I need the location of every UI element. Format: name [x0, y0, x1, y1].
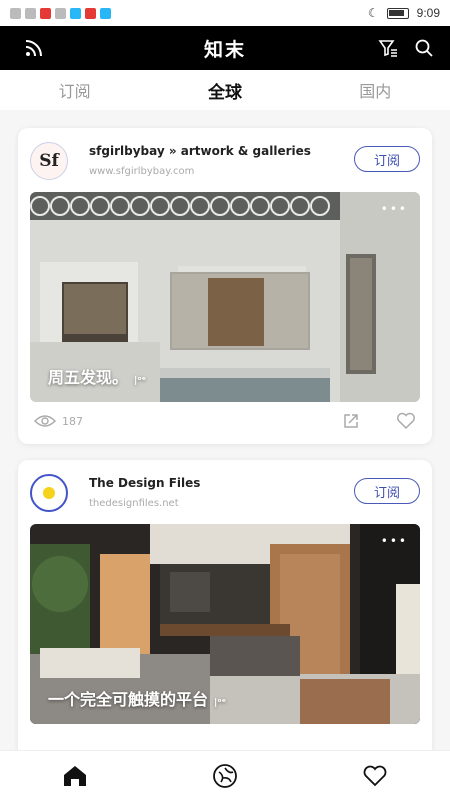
feed-tabs: 订阅 全球 国内 — [0, 70, 450, 110]
battery-icon — [386, 7, 409, 19]
notification-icons — [10, 7, 111, 19]
article-image[interactable]: ••• 周五发现。 |ᵒᵉ — [30, 192, 420, 402]
view-count-value: 187 — [62, 414, 83, 428]
card-header: Sf sfgirlbybay » artwork & galleries www… — [18, 128, 432, 192]
app-title: 知末 — [203, 38, 246, 61]
more-icon[interactable]: ••• — [381, 534, 408, 548]
moon-icon: ☾ — [367, 6, 379, 20]
heart-icon[interactable] — [396, 412, 416, 430]
status-time: 9:09 — [416, 6, 440, 20]
home-icon — [64, 765, 86, 786]
tab-global[interactable]: 全球 — [208, 78, 242, 103]
article-caption: 周五发现。 |ᵒᵉ — [48, 368, 147, 387]
tab-domestic[interactable]: 国内 — [359, 78, 391, 102]
article-image[interactable]: ••• 一个完全可触摸的平台 |ᵒᵉ — [30, 524, 420, 724]
article-caption: 一个完全可触摸的平台 |ᵒᵉ — [48, 690, 227, 709]
card-header: The Design Files thedesignfiles.net 订阅 — [18, 460, 432, 524]
search-icon[interactable] — [414, 38, 434, 58]
source-name[interactable]: The Design Files — [89, 476, 200, 490]
app-notification-icon — [100, 7, 111, 19]
source-name[interactable]: sfgirlbybay » artwork & galleries — [89, 144, 311, 158]
subscribe-button[interactable]: 订阅 — [354, 146, 420, 172]
card-footer: 187 — [18, 408, 432, 436]
app-bar: 知末 — [0, 26, 450, 70]
feed-card[interactable]: Sf sfgirlbybay » artwork & galleries www… — [18, 128, 432, 444]
feed-card[interactable]: The Design Files thedesignfiles.net 订阅 •… — [18, 460, 432, 760]
eye-icon — [34, 415, 56, 427]
explore-icon — [213, 763, 237, 788]
source-url: thedesignfiles.net — [89, 498, 179, 509]
source-avatar[interactable] — [30, 474, 68, 512]
view-count: 187 — [34, 414, 83, 428]
nav-home[interactable] — [55, 756, 95, 796]
tab-subscribed[interactable]: 订阅 — [59, 78, 91, 102]
sim-icon — [10, 7, 21, 19]
filter-icon[interactable] — [378, 38, 398, 58]
bottom-navigation — [0, 750, 450, 800]
wifi-icon — [25, 7, 36, 19]
app-notification-icon — [40, 7, 51, 19]
chat-notification-icon — [55, 7, 66, 19]
source-url: www.sfgirlbybay.com — [89, 166, 195, 177]
more-icon[interactable]: ••• — [381, 202, 408, 216]
subscribe-button[interactable]: 订阅 — [354, 478, 420, 504]
heart-icon — [363, 765, 387, 786]
nav-favorites[interactable] — [355, 756, 395, 796]
rss-icon[interactable] — [24, 38, 44, 58]
source-avatar[interactable]: Sf — [30, 142, 68, 180]
status-bar: ☾ 9:09 — [0, 0, 450, 26]
app-notification-icon — [70, 7, 81, 19]
app-notification-icon — [85, 7, 96, 19]
share-icon[interactable] — [342, 412, 360, 430]
nav-explore[interactable] — [205, 756, 245, 796]
